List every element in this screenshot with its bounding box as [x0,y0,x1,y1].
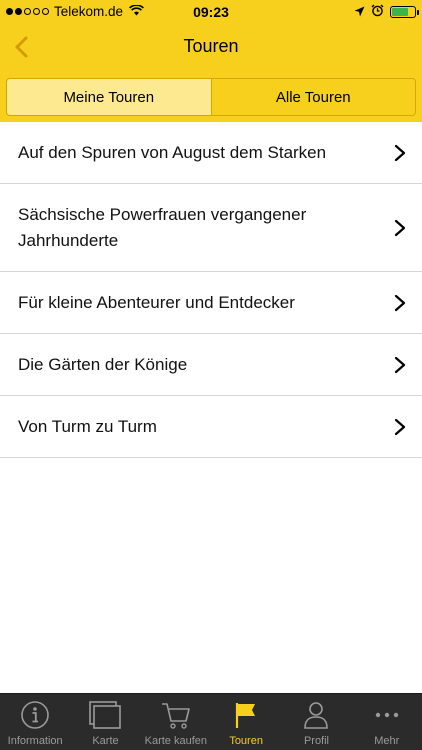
chevron-right-icon [394,219,406,236]
tab-profil[interactable]: Profil [281,694,351,750]
battery-icon [390,6,419,18]
tab-karte-kaufen[interactable]: Karte kaufen [141,694,211,750]
tab-label: Information [7,735,63,747]
cart-icon [161,703,190,729]
tour-label: Auf den Spuren von August dem Starken [18,142,327,162]
tab-label: Mehr [374,735,400,747]
tab-label: Touren [229,735,263,747]
segment-alle-touren[interactable]: Alle Touren [211,79,415,115]
tour-row-abenteurer[interactable]: Für kleine Abenteurer und Entdecker [0,272,422,334]
tab-label: Profil [303,735,329,747]
tour-label: Sächsische Powerfrauen vergangener Jahrh… [18,204,307,250]
tab-mehr[interactable]: Mehr [352,694,422,750]
status-bar-right [354,4,419,20]
chevron-right-icon [394,356,406,373]
card-icon [89,701,122,729]
chevron-right-icon [394,144,406,161]
tour-list: Auf den Spuren von August dem Starken Sä… [0,122,422,458]
tours-segmented-control: Meine Touren Alle Touren [6,78,416,116]
more-icon [375,712,398,718]
chevron-right-icon [394,294,406,311]
chevron-right-icon [394,418,406,435]
navigation-bar: Touren [0,24,422,70]
tab-information[interactable]: Information [0,694,70,750]
tab-bar: Information Karte Karte kaufen Touren Pr… [0,693,422,750]
status-bar: Telekom.de 09:23 [0,0,422,24]
tour-label: Von Turm zu Turm [18,416,157,436]
tour-label: Die Gärten der Könige [18,354,188,374]
tour-row-powerfrauen[interactable]: Sächsische Powerfrauen vergangener Jahrh… [0,184,422,272]
info-icon [21,701,49,729]
tour-row-turm[interactable]: Von Turm zu Turm [0,396,422,458]
tab-label: Karte kaufen [144,735,207,747]
page-title: Touren [183,36,239,56]
person-icon [304,702,329,729]
header: Telekom.de 09:23 Touren Meine Touren All… [0,0,422,122]
tab-touren[interactable]: Touren [211,694,281,750]
segment-meine-touren[interactable]: Meine Touren [7,79,212,115]
alarm-icon [371,4,384,20]
tab-karte[interactable]: Karte [70,694,140,750]
battery-level [392,8,408,16]
tour-row-august[interactable]: Auf den Spuren von August dem Starken [0,122,422,184]
tour-row-gaerten[interactable]: Die Gärten der Könige [0,334,422,396]
tab-label: Karte [92,735,119,747]
location-arrow-icon [354,5,365,20]
tour-label: Für kleine Abenteurer und Entdecker [18,292,295,312]
flag-icon [236,703,256,728]
